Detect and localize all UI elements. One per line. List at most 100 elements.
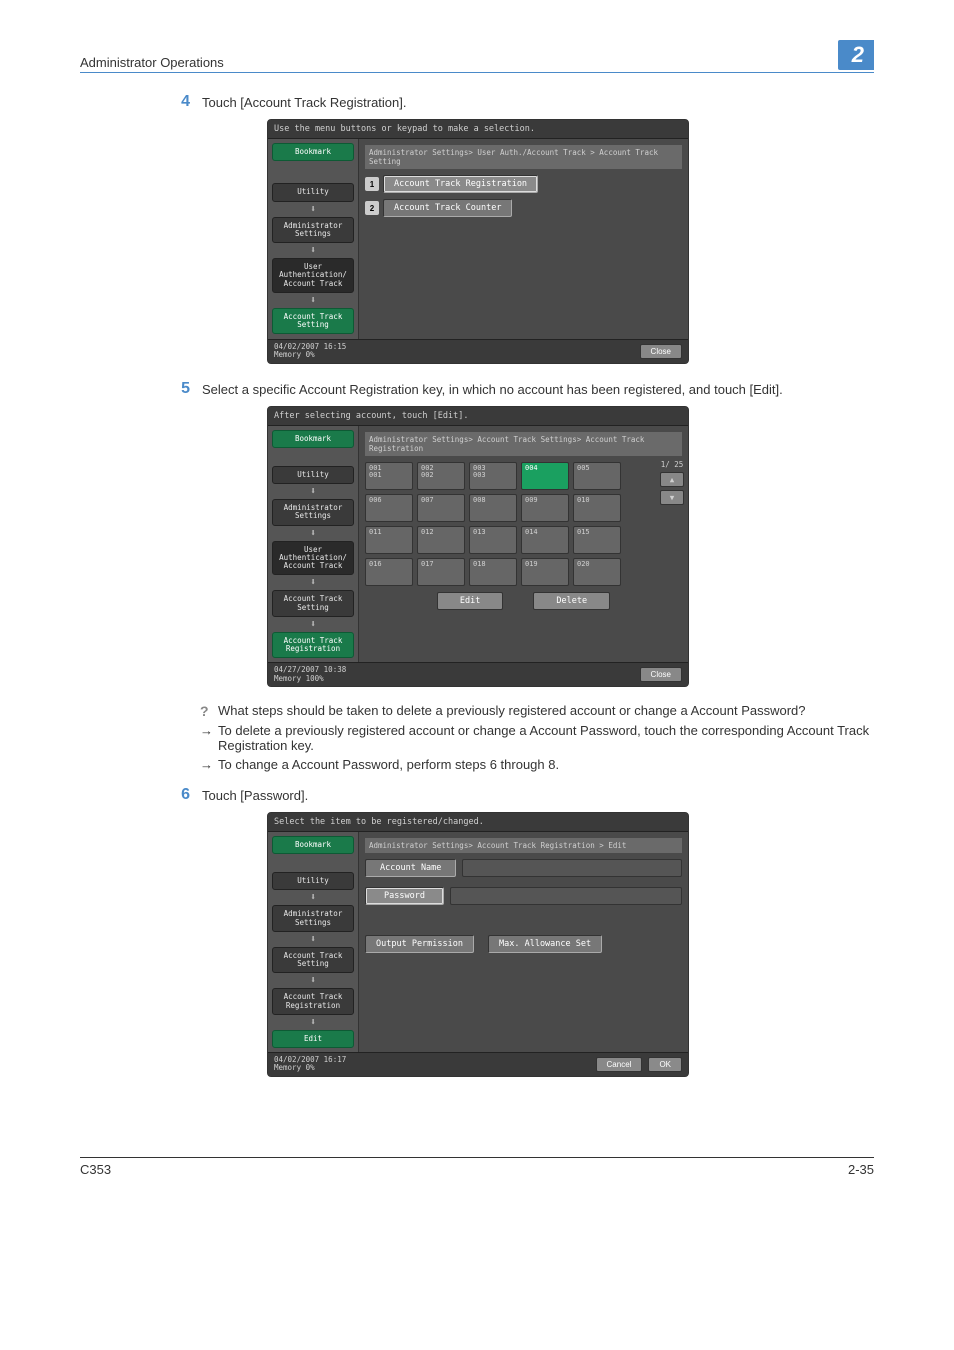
sidebar-user-auth[interactable]: User Authentication/ Account Track	[272, 541, 354, 576]
step-6-number: 6	[160, 786, 202, 804]
delete-button[interactable]: Delete	[533, 592, 610, 610]
bookmark-button[interactable]: Bookmark	[272, 836, 354, 854]
s3-sidebar: Bookmark Utility ⬇ Administrator Setting…	[268, 832, 359, 1052]
account-cell-010[interactable]: 010	[573, 494, 621, 522]
account-cell-013[interactable]: 013	[469, 526, 517, 554]
account-cell-015[interactable]: 015	[573, 526, 621, 554]
sidebar-admin-settings[interactable]: Administrator Settings	[272, 499, 354, 526]
account-cell-018[interactable]: 018	[469, 558, 517, 586]
account-name-button[interactable]: Account Name	[365, 859, 456, 877]
step-4-text: Touch [Account Track Registration].	[202, 93, 406, 111]
account-cell-016[interactable]: 016	[365, 558, 413, 586]
account-cell-002[interactable]: 002002	[417, 462, 465, 490]
s1-topmsg: Use the menu buttons or keypad to make a…	[268, 120, 688, 139]
step-5: 5 Select a specific Account Registration…	[160, 380, 874, 398]
password-button[interactable]: Password	[365, 887, 444, 905]
arrow-right-icon: →	[200, 757, 218, 772]
account-name-field	[462, 859, 682, 877]
sidebar-edit[interactable]: Edit	[272, 1030, 354, 1048]
s3-memory: Memory 0%	[274, 1064, 346, 1072]
s3-footer-info: 04/02/2007 16:17 Memory 0%	[274, 1056, 346, 1073]
account-track-registration-button[interactable]: Account Track Registration	[383, 175, 538, 193]
chevron-down-icon: ⬇	[272, 486, 354, 497]
close-button[interactable]: Close	[640, 344, 682, 359]
account-track-counter-button[interactable]: Account Track Counter	[383, 199, 512, 217]
page-up-button[interactable]: ▲	[660, 472, 684, 487]
account-cell-001[interactable]: 001001	[365, 462, 413, 490]
s2-breadcrumb: Administrator Settings> Account Track Se…	[365, 432, 682, 456]
step-5-text: Select a specific Account Registration k…	[202, 380, 783, 398]
sidebar-account-track-setting[interactable]: Account Track Setting	[272, 308, 354, 335]
s1-footer-info: 04/02/2007 16:15 Memory 0%	[274, 343, 346, 360]
notes-block: ? What steps should be taken to delete a…	[200, 703, 874, 772]
account-cell-020[interactable]: 020	[573, 558, 621, 586]
chevron-down-icon: ⬇	[272, 528, 354, 539]
account-cell-005[interactable]: 005	[573, 462, 621, 490]
sidebar-account-track-setting[interactable]: Account Track Setting	[272, 590, 354, 617]
note-question: What steps should be taken to delete a p…	[218, 703, 806, 719]
s2-memory: Memory 100%	[274, 675, 346, 683]
chevron-down-icon: ⬇	[272, 295, 354, 306]
bookmark-button[interactable]: Bookmark	[272, 143, 354, 161]
chevron-down-icon: ⬇	[272, 245, 354, 256]
s2-topmsg: After selecting account, touch [Edit].	[268, 407, 688, 426]
chevron-down-icon: ⬇	[272, 204, 354, 215]
account-cell-009[interactable]: 009	[521, 494, 569, 522]
footer-model: C353	[80, 1162, 111, 1177]
sidebar-user-auth[interactable]: User Authentication/ Account Track	[272, 258, 354, 293]
close-button[interactable]: Close	[640, 667, 682, 682]
screenshot-1: Use the menu buttons or keypad to make a…	[267, 119, 687, 364]
account-cell-019[interactable]: 019	[521, 558, 569, 586]
step-5-number: 5	[160, 380, 202, 398]
s1-sidebar: Bookmark Utility ⬇ Administrator Setting…	[268, 139, 359, 339]
screenshot-3: Select the item to be registered/changed…	[267, 812, 687, 1077]
account-cell-008[interactable]: 008	[469, 494, 517, 522]
password-field	[450, 887, 682, 905]
sidebar-admin-settings[interactable]: Administrator Settings	[272, 217, 354, 244]
chevron-down-icon: ⬇	[272, 577, 354, 588]
account-cell-012[interactable]: 012	[417, 526, 465, 554]
account-cell-003[interactable]: 003003	[469, 462, 517, 490]
s1-breadcrumb: Administrator Settings> User Auth./Accou…	[365, 145, 682, 169]
step-6: 6 Touch [Password].	[160, 786, 874, 804]
account-cell-014[interactable]: 014	[521, 526, 569, 554]
note-answer-2: To change a Account Password, perform st…	[218, 757, 559, 772]
sidebar-utility[interactable]: Utility	[272, 183, 354, 201]
edit-button[interactable]: Edit	[437, 592, 503, 610]
chevron-down-icon: ⬇	[272, 934, 354, 945]
max-allowance-set-button[interactable]: Max. Allowance Set	[488, 935, 602, 953]
footer-page-number: 2-35	[848, 1162, 874, 1177]
sidebar-admin-settings[interactable]: Administrator Settings	[272, 905, 354, 932]
account-cell-007[interactable]: 007	[417, 494, 465, 522]
menu-number-2: 2	[365, 201, 379, 215]
account-cell-004[interactable]: 004	[521, 462, 569, 490]
account-cell-011[interactable]: 011	[365, 526, 413, 554]
sidebar-account-track-setting[interactable]: Account Track Setting	[272, 947, 354, 974]
step-4-number: 4	[160, 93, 202, 111]
bookmark-button[interactable]: Bookmark	[272, 430, 354, 448]
output-permission-button[interactable]: Output Permission	[365, 935, 474, 953]
sidebar-utility[interactable]: Utility	[272, 872, 354, 890]
page-footer: C353 2-35	[80, 1157, 874, 1177]
s1-memory: Memory 0%	[274, 351, 346, 359]
page-indicator: 1/ 25	[660, 460, 684, 469]
chevron-down-icon: ⬇	[272, 1017, 354, 1028]
s3-breadcrumb: Administrator Settings> Account Track Re…	[365, 838, 682, 853]
step-4: 4 Touch [Account Track Registration].	[160, 93, 874, 111]
chevron-down-icon: ⬇	[272, 892, 354, 903]
ok-button[interactable]: OK	[648, 1057, 682, 1072]
page-controls: 1/ 25 ▲ ▼	[660, 460, 684, 505]
sidebar-utility[interactable]: Utility	[272, 466, 354, 484]
account-grid: 0010010020020030030040050060070080090100…	[365, 462, 682, 586]
account-cell-006[interactable]: 006	[365, 494, 413, 522]
account-cell-017[interactable]: 017	[417, 558, 465, 586]
page-down-button[interactable]: ▼	[660, 490, 684, 505]
cancel-button[interactable]: Cancel	[596, 1057, 643, 1072]
s2-sidebar: Bookmark Utility ⬇ Administrator Setting…	[268, 426, 359, 663]
s3-topmsg: Select the item to be registered/changed…	[268, 813, 688, 832]
page-header: Administrator Operations 2	[80, 40, 874, 73]
sidebar-account-track-registration[interactable]: Account Track Registration	[272, 988, 354, 1015]
sidebar-account-track-registration[interactable]: Account Track Registration	[272, 632, 354, 659]
step-6-text: Touch [Password].	[202, 786, 308, 804]
arrow-right-icon: →	[200, 723, 218, 753]
